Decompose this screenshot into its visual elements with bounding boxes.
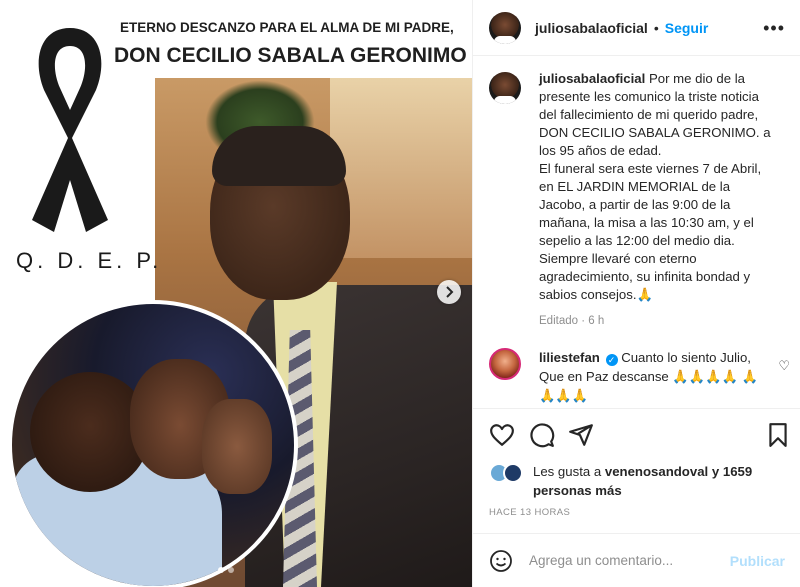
avatar[interactable]: [503, 463, 523, 483]
caption-meta: Editado · 6 h: [539, 315, 605, 327]
post-caption: juliosabalaoficial Por me dio de la pres…: [489, 70, 789, 330]
liker-username[interactable]: venenosandoval: [605, 464, 708, 479]
comment-username[interactable]: liliestefan: [539, 350, 600, 365]
caption-line: Siempre llevaré con eterno: [539, 251, 697, 266]
more-options-icon[interactable]: •••: [763, 18, 785, 39]
carousel-dot[interactable]: [218, 567, 224, 573]
post-timestamp[interactable]: HACE 13 HORAS: [489, 507, 570, 518]
comment-item: liliestefan ✓ Cuanto lo siento Julio, Qu…: [489, 348, 789, 405]
caption-line: Por me dio de la: [648, 71, 745, 86]
avatar[interactable]: [489, 348, 521, 380]
post-media-carousel[interactable]: Q. D. E. P. ETERNO DESCANZO PARA EL ALMA…: [0, 0, 472, 587]
caption-line: sabios consejos.🙏: [539, 287, 653, 302]
chevron-right-icon: [446, 286, 454, 298]
likes-prefix: Les gusta a: [533, 464, 605, 479]
inset-circle-photo: [8, 300, 298, 587]
caption-line: El funeral sera este viernes 7 de Abril,: [539, 161, 762, 176]
caption-line: del fallecimiento de mi querido padre,: [539, 107, 759, 122]
author-username[interactable]: juliosabalaoficial: [535, 20, 648, 36]
share-icon[interactable]: [568, 422, 594, 448]
post-header: juliosabalaoficial • Seguir •••: [473, 0, 800, 56]
caption-line: Jacobo, a partir de las 9:00 de la: [539, 197, 731, 212]
photo-background-window: [330, 78, 472, 258]
verified-badge-icon: ✓: [605, 354, 618, 366]
carousel-next-button[interactable]: [437, 280, 461, 304]
caption-text: juliosabalaoficial Por me dio de la pres…: [539, 70, 789, 330]
caption-line: DON CECILIO SABALA GERONIMO. a: [539, 125, 771, 140]
emoji-icon[interactable]: [489, 549, 513, 573]
caption-line: mañana, la misa a las 10:30 am, y el: [539, 215, 754, 230]
post-comment-button[interactable]: Publicar: [730, 553, 785, 569]
caption-username[interactable]: juliosabalaoficial: [539, 71, 645, 86]
carousel-dots: [218, 567, 234, 573]
post-actions: [473, 408, 800, 458]
caption-line: agradecimiento, su infinita bondad y: [539, 269, 751, 284]
likes-summary: Les gusta a venenosandoval y 1659 person…: [489, 462, 753, 500]
follow-button[interactable]: Seguir: [665, 20, 709, 36]
carousel-dot[interactable]: [228, 567, 234, 573]
comment-text: liliestefan ✓ Cuanto lo siento Julio, Qu…: [539, 348, 769, 405]
qdep-text: Q. D. E. P.: [16, 248, 163, 273]
comment-input[interactable]: [529, 553, 719, 568]
avatar[interactable]: [489, 11, 521, 44]
father-hair: [212, 126, 346, 186]
inset-hands: [202, 399, 272, 494]
post-details-panel: juliosabalaoficial • Seguir ••• juliosab…: [472, 0, 800, 587]
caption-line: los 95 años de edad.: [539, 143, 662, 158]
mourning-ribbon-icon: [32, 28, 108, 232]
comment-like-icon[interactable]: ♡: [778, 358, 790, 374]
caption-line: presente les comunico la triste noticia: [539, 89, 759, 104]
memorial-name: DON CECILIO SABALA GERONIMO: [114, 44, 467, 67]
comment-icon[interactable]: [529, 422, 555, 448]
likes-text: Les gusta a venenosandoval y 1659 person…: [533, 462, 753, 500]
heart-icon[interactable]: [489, 422, 515, 448]
add-comment-bar: Publicar: [473, 533, 800, 587]
caption-line: sepelio a las 12:00 del medio dia.: [539, 233, 735, 248]
caption-line: en EL JARDIN MEMORIAL de la: [539, 179, 731, 194]
bookmark-icon[interactable]: [765, 422, 791, 448]
separator-dot: •: [653, 19, 659, 36]
avatar[interactable]: [489, 72, 521, 104]
liker-avatars: [489, 462, 527, 484]
memorial-headline: ETERNO DESCANZO PARA EL ALMA DE MI PADRE…: [120, 20, 454, 35]
